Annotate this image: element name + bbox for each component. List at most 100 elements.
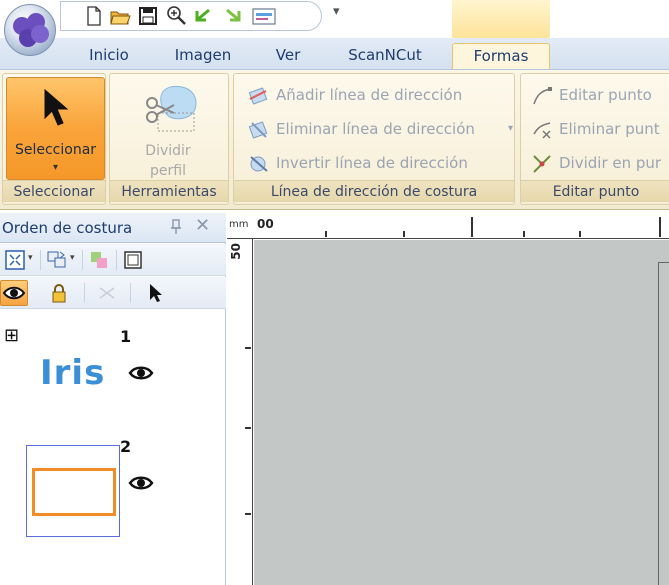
scissors-icon[interactable] [96,282,118,304]
arrow-cursor-icon[interactable] [144,282,166,304]
horizontal-ruler: mm 00 [227,213,669,239]
delete-direction-line-icon [248,119,270,141]
ruler-unit: mm [229,219,249,230]
split-at-point-label: Dividir en pur [559,154,662,172]
delete-point-icon [531,119,553,141]
zoom-icon[interactable] [165,5,187,27]
tab-ver[interactable]: Ver [258,43,318,69]
group-label-herramientas: Herramientas [110,180,228,202]
chevron-down-icon[interactable]: ▾ [508,117,513,141]
ruler-h-origin: 00 [257,217,274,231]
group-herramientas: Dividir perfil Herramientas [109,73,229,205]
toolbar-separator [82,250,83,270]
fit-view-icon[interactable] [4,249,26,271]
split-outline-label-line2: perfil [150,163,186,179]
ruler-tick [659,217,661,237]
arrow-cursor-icon [41,88,71,132]
delete-point-label: Eliminar punt [559,120,660,138]
tab-formas[interactable]: Formas [452,43,550,69]
item-preview-shape [32,468,116,516]
sewing-order-pane: Orden de costura ✕ ▾ ▾ ⊞ 1 Iris 2 [0,213,226,585]
open-folder-icon[interactable] [109,5,131,27]
undo-icon[interactable] [193,5,215,27]
tab-imagen[interactable]: Imagen [160,43,246,69]
item-preview-selected-frame [26,445,120,537]
split-point-icon [531,153,553,175]
scissors-shape-icon [144,83,200,139]
pane-title: Orden de costura [2,219,133,237]
context-tab-header [452,0,550,38]
ruler-tick [523,231,525,237]
save-icon[interactable] [137,5,159,27]
visibility-eye-button[interactable] [0,280,28,306]
invert-direction-line-button[interactable]: Invertir línea de dirección [248,151,508,175]
chevron-down-icon[interactable]: ▾ [70,253,75,263]
sort-order-icon[interactable] [46,249,68,271]
ruler-v-origin: 50 [229,243,243,260]
invert-direction-line-label: Invertir línea de dirección [276,154,468,172]
chevron-down-icon[interactable]: ▾ [53,162,58,173]
ribbon-tab-bar: Inicio Imagen Ver ScanNCut Formas [0,38,669,70]
split-at-point-button[interactable]: Dividir en pur [531,151,669,175]
pane-toolbar-primary: ▾ ▾ [0,244,226,276]
redo-icon[interactable] [221,5,243,27]
list-item[interactable]: 2 [0,433,226,543]
delete-point-button[interactable]: Eliminar punt [531,117,669,141]
merge-colors-icon[interactable] [88,249,110,271]
app-menu-button[interactable] [4,4,56,56]
title-bar: ▾ [0,0,669,38]
tab-inicio[interactable]: Inicio [72,43,146,69]
eye-icon[interactable] [128,473,154,497]
toolbar-separator [40,250,41,270]
ruler-tick [579,231,581,237]
ruler-tick [245,427,251,429]
edit-point-icon [531,85,553,107]
add-direction-line-icon [248,85,270,107]
ribbon-panel: Seleccionar ▾ Seleccionar Dividir perfil … [0,70,669,210]
toolbar-separator [116,250,117,270]
design-work-area: mm 00 50 [227,213,669,585]
chevron-down-icon[interactable]: ▾ [28,253,33,263]
ruler-tick [325,231,327,237]
expand-icon[interactable]: ⊞ [4,325,19,346]
group-seleccionar: Seleccionar ▾ Seleccionar [2,73,106,205]
split-outline-button[interactable]: Dividir perfil [114,77,222,180]
quick-access-toolbar [60,1,322,31]
new-file-icon[interactable] [83,5,105,27]
ruler-tick [471,217,473,237]
pane-toolbar-secondary [0,277,226,309]
close-icon[interactable]: ✕ [195,215,210,236]
add-direction-line-button[interactable]: Añadir línea de dirección [248,83,508,107]
eye-icon[interactable] [128,363,154,387]
item-number: 1 [120,327,132,346]
sewing-order-list: ⊞ 1 Iris 2 [0,323,226,585]
list-item[interactable]: ⊞ 1 Iris [0,323,226,423]
design-canvas[interactable] [254,240,669,585]
vertical-ruler: 50 [227,239,253,585]
edit-point-button[interactable]: Editar punto [531,83,669,107]
quick-access-more-icon[interactable]: ▾ [333,4,340,19]
select-button[interactable]: Seleccionar ▾ [6,77,105,180]
pane-header: Orden de costura ✕ [0,213,226,243]
item-preview-text: Iris [40,353,106,393]
group-label-editar-punto: Editar punto [521,180,669,202]
delete-direction-line-label: Eliminar línea de dirección [276,120,475,138]
group-label-linea-direccion: Línea de dirección de costura [234,180,514,202]
ruler-tick [245,347,251,349]
group-label-seleccionar: Seleccionar [3,180,105,202]
ruler-tick [245,513,251,515]
add-direction-line-label: Añadir línea de dirección [276,86,463,104]
tab-scanncut[interactable]: ScanNCut [330,43,440,69]
lock-icon[interactable] [48,282,70,304]
item-number: 2 [120,437,132,456]
group-editar-punto: Editar punto Eliminar punt Dividir en pu… [520,73,669,205]
delete-direction-line-button[interactable]: Eliminar línea de dirección ▾ [248,117,516,141]
hoop-edge [658,262,669,585]
frame-icon[interactable] [122,249,144,271]
ruler-tick [403,231,405,237]
invert-direction-line-icon [248,153,270,175]
preview-icon[interactable] [251,5,277,27]
pin-icon[interactable] [170,219,182,239]
toolbar-separator [84,283,85,303]
group-linea-direccion: Añadir línea de dirección Eliminar línea… [233,73,515,205]
